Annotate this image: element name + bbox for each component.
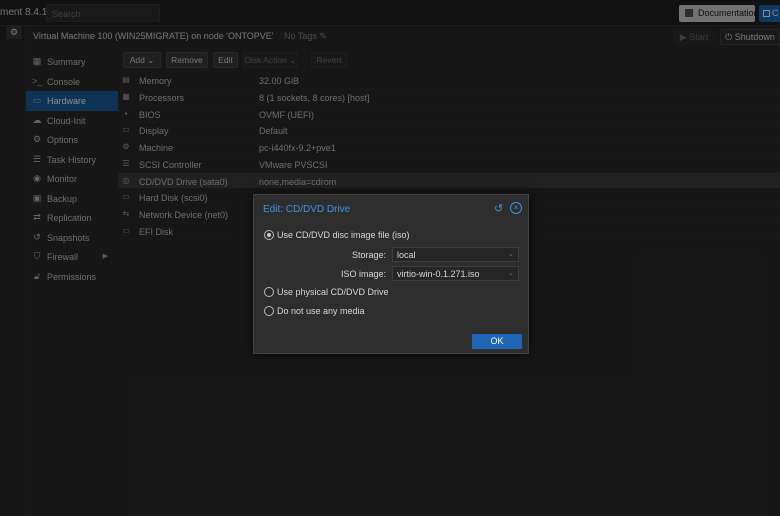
dialog-header: Edit: CD/DVD Drive ↺ × bbox=[254, 195, 528, 221]
iso-option-label[interactable]: Use CD/DVD disc image file (iso) bbox=[277, 230, 410, 240]
ok-label: OK bbox=[490, 336, 504, 346]
no-media-label[interactable]: Do not use any media bbox=[277, 306, 365, 316]
physical-drive-radio[interactable] bbox=[264, 287, 274, 297]
reset-icon[interactable]: ↺ bbox=[494, 202, 503, 215]
close-icon[interactable]: × bbox=[510, 202, 522, 214]
iso-radio[interactable] bbox=[264, 230, 274, 240]
edit-cdrom-dialog: Edit: CD/DVD Drive ↺ × Use CD/DVD disc i… bbox=[253, 194, 529, 354]
storage-label: Storage: bbox=[351, 250, 386, 260]
chevron-down-icon: ⌄ bbox=[508, 251, 514, 258]
storage-value: local bbox=[397, 250, 416, 260]
ok-button[interactable]: OK bbox=[472, 334, 522, 349]
iso-image-value: virtio-win-0.1.271.iso bbox=[397, 269, 480, 279]
storage-select[interactable]: local ⌄ bbox=[392, 247, 519, 262]
chevron-down-icon: ⌄ bbox=[508, 270, 514, 277]
iso-image-select[interactable]: virtio-win-0.1.271.iso ⌄ bbox=[392, 266, 519, 281]
dialog-title: Edit: CD/DVD Drive bbox=[263, 204, 351, 215]
no-media-radio[interactable] bbox=[264, 306, 274, 316]
iso-image-label: ISO image: bbox=[340, 269, 386, 279]
physical-drive-label[interactable]: Use physical CD/DVD Drive bbox=[277, 287, 389, 297]
